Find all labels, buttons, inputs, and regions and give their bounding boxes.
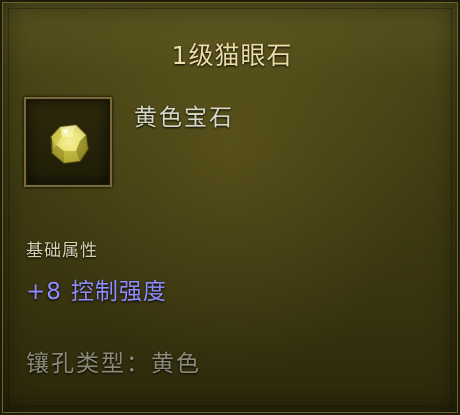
socket-type: 镶孔类型：黄色: [26, 344, 201, 378]
socket-value: 黄色: [151, 351, 201, 377]
stat-line: +8 控制强度: [26, 272, 167, 306]
item-icon-slot: [24, 97, 112, 187]
stat-value: +8: [26, 279, 62, 305]
socket-label: 镶孔类型：: [26, 351, 151, 377]
item-name: 1级猫眼石: [171, 41, 293, 70]
item-tooltip: 1级猫眼石 黄色宝石 基础属性 +8 控制强度 镶孔类型：黄色: [0, 0, 460, 415]
item-type: 黄色宝石: [134, 105, 234, 131]
yellow-gem-icon: [50, 124, 89, 164]
stat-name: 控制强度: [70, 279, 167, 305]
attributes-header: 基础属性: [26, 241, 98, 261]
